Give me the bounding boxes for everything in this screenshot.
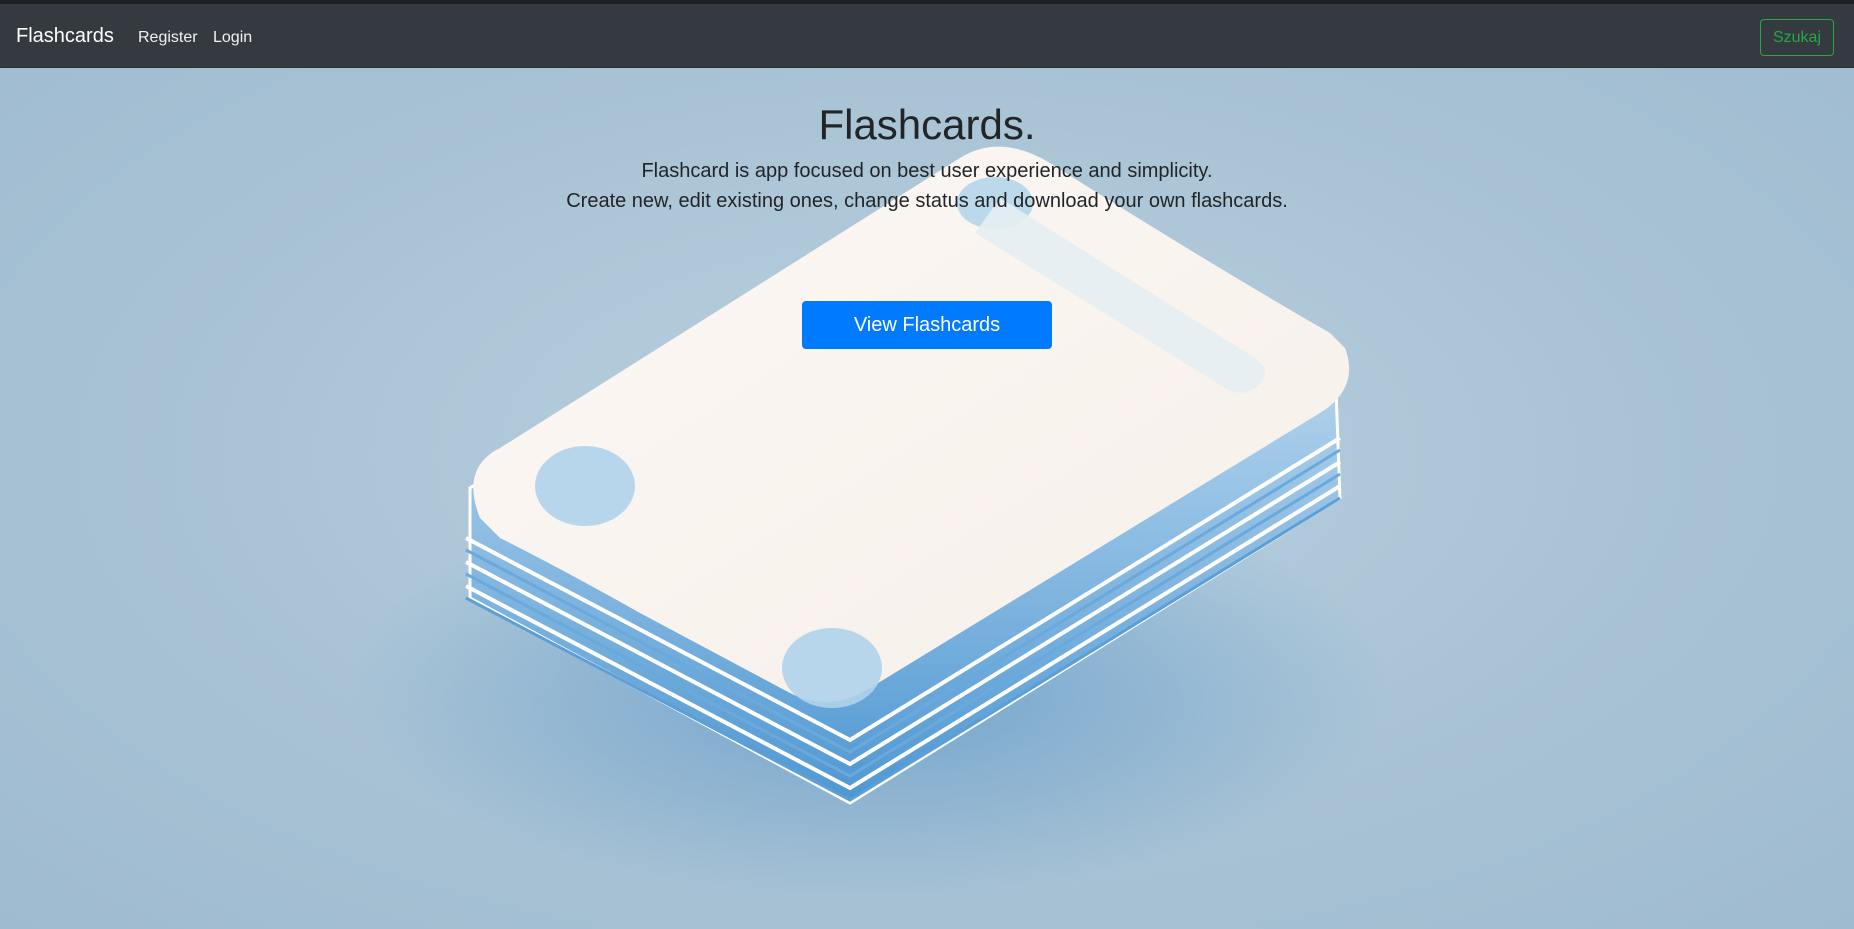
- top-navbar: Flashcards Register Login Szukaj: [0, 4, 1854, 68]
- hero-description-line-2: Create new, edit existing ones, change s…: [566, 190, 1288, 212]
- brand-link[interactable]: Flashcards: [16, 24, 114, 48]
- search-button[interactable]: Szukaj: [1760, 19, 1834, 56]
- card-hole-left: [535, 446, 635, 526]
- nav-link-register[interactable]: Register: [138, 28, 198, 48]
- hero-title: Flashcards.: [818, 101, 1036, 148]
- nav-link-login[interactable]: Login: [213, 28, 252, 48]
- card-hole-bottom: [782, 628, 882, 708]
- view-flashcards-button[interactable]: View Flashcards: [802, 301, 1052, 349]
- hero-section: Flashcards. Flashcard is app focused on …: [0, 68, 1854, 929]
- hero-description-line-1: Flashcard is app focused on best user ex…: [641, 160, 1213, 182]
